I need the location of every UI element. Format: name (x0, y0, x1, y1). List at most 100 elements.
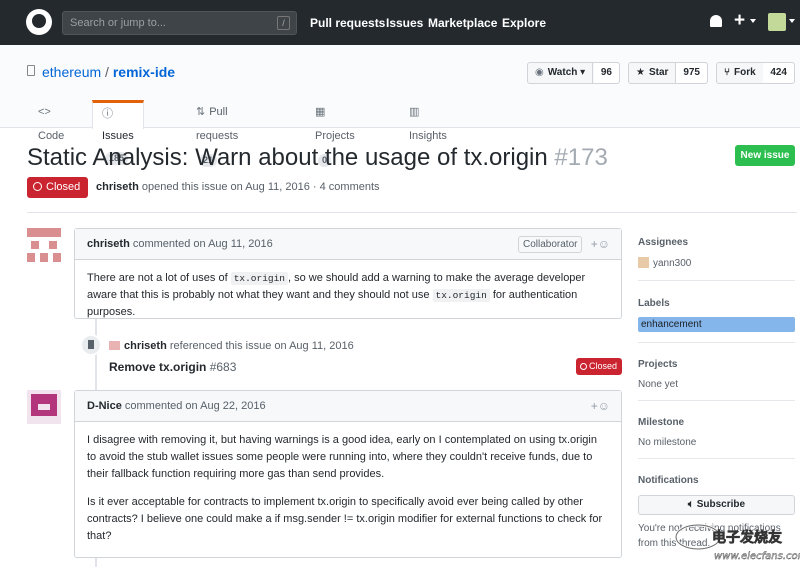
notifications-bell-icon[interactable] (710, 15, 722, 27)
repo-header: ethereum / remix-ide ◉ Watch ▾ 96 ★ Star 9… (0, 45, 800, 167)
watermark-url-text: www.elecfans.com (714, 551, 800, 562)
search-shortcut-key: / (277, 16, 290, 30)
repo-separator: / (105, 64, 109, 80)
milestone-section: Milestone No milestone (638, 417, 795, 448)
referenced-pr-number: #683 (209, 360, 237, 374)
milestone-heading: Milestone (638, 417, 685, 428)
search-placeholder: Search or jump to... (70, 17, 166, 29)
comment-author-link[interactable]: chriseth (87, 238, 130, 250)
inline-code: tx.origin (432, 289, 490, 302)
inline-code: tx.origin (230, 272, 289, 285)
comment-paragraph: Is it ever acceptable for contracts to i… (87, 496, 603, 542)
tab-code[interactable]: <>Code (38, 100, 64, 142)
add-reaction-icon[interactable]: +☺ (591, 229, 610, 260)
header-divider (27, 212, 797, 213)
github-logo-icon[interactable] (26, 9, 52, 35)
projects-heading: Projects (638, 359, 678, 370)
bookmark-icon (80, 334, 102, 356)
tab-projects[interactable]: ▦Projects0 (315, 100, 355, 167)
nav-explore[interactable]: Explore (502, 16, 546, 30)
issue-number: #173 (554, 144, 608, 171)
speaker-icon: 🔈︎ (687, 499, 694, 510)
issue-author-link[interactable]: chriseth (96, 181, 139, 193)
new-issue-button[interactable]: New issue (735, 145, 795, 166)
pr-state-badge: Closed (576, 358, 622, 375)
watermark-cn-text: 电子发烧友 (712, 529, 782, 546)
comment-author-link[interactable]: D-Nice (87, 400, 122, 412)
star-count[interactable]: 975 (676, 63, 707, 83)
tab-issues[interactable]: ⓘIssues185 (92, 100, 144, 165)
fork-count[interactable]: 424 (763, 63, 794, 83)
pr-closed-icon (580, 363, 587, 370)
issue-opened-icon: ⓘ (102, 108, 113, 120)
eye-icon: ◉ (535, 67, 544, 78)
top-navbar: Search or jump to... / Pull requests Iss… (0, 0, 800, 45)
comment-body: I disagree with removing it, but having … (75, 422, 621, 566)
repo-name-link[interactable]: remix-ide (113, 64, 175, 80)
collaborator-badge: Collaborator (518, 236, 583, 253)
labels-section: Labels enhancement (638, 298, 795, 332)
labels-heading: Labels (638, 298, 670, 309)
search-input[interactable]: Search or jump to... / (62, 11, 297, 35)
issue-state-badge: Closed (27, 177, 88, 198)
comment-body: There are not a lot of uses of tx.origin… (87, 272, 586, 318)
comment-paragraph: I disagree with removing it, but having … (87, 434, 597, 480)
watch-label: ◉ Watch ▾ (528, 63, 594, 83)
notifications-heading: Notifications (638, 475, 699, 486)
avatar[interactable] (27, 228, 61, 262)
fork-icon: ⑂ (724, 67, 730, 78)
nav-issues[interactable]: Issues (386, 16, 423, 30)
sidebar-divider (638, 458, 795, 459)
tab-insights[interactable]: ▥Insights (409, 100, 447, 142)
sidebar-divider (638, 400, 795, 401)
watermark-logo-icon: 电子发烧友 www.elecfans.com (674, 523, 800, 562)
chevron-down-icon[interactable] (750, 19, 756, 23)
fork-label: ⑂ Fork (717, 63, 764, 83)
pull-request-icon: ⇅ (196, 106, 206, 118)
label-badge[interactable]: enhancement (638, 317, 795, 332)
code-icon: <> (38, 106, 51, 118)
avatar[interactable] (109, 341, 120, 350)
user-avatar[interactable] (768, 13, 786, 31)
site-watermark: 电子发烧友 www.elecfans.com (650, 515, 800, 567)
assignees-section: Assignees yann300 (638, 237, 795, 269)
watch-count[interactable]: 96 (593, 63, 619, 83)
assignee-link[interactable]: yann300 (638, 257, 795, 269)
milestone-value: No milestone (638, 437, 697, 448)
chevron-down-icon[interactable] (789, 19, 795, 23)
issue-closed-icon (33, 182, 42, 191)
projects-value: None yet (638, 379, 679, 390)
comment-header: chriseth commented on Aug 11, 2016 Colla… (75, 229, 621, 260)
comment-box: chriseth commented on Aug 11, 2016 Colla… (74, 228, 622, 319)
reference-author-link[interactable]: chriseth (124, 340, 167, 352)
project-icon: ▦ (315, 106, 326, 118)
sidebar-divider (638, 342, 795, 343)
create-new-plus-icon[interactable]: + (734, 10, 745, 32)
repo-icon (27, 65, 35, 76)
star-label: ★ Star (629, 63, 677, 83)
avatar (638, 257, 649, 268)
referenced-pr-link[interactable]: Remove tx.origin #683 (109, 360, 236, 374)
comment-header: D-Nice commented on Aug 22, 2016 +☺ (75, 391, 621, 422)
comment-timestamp: commented on Aug 11, 2016 (132, 238, 273, 250)
star-button[interactable]: ★ Star 975 (628, 62, 708, 84)
fork-button[interactable]: ⑂ Fork 424 (716, 62, 795, 84)
projects-section: Projects None yet (638, 359, 795, 390)
subscribe-button[interactable]: 🔈︎ Subscribe (638, 495, 795, 515)
issue-title: Static Analysis: Warn about the usage of… (27, 144, 608, 171)
avatar[interactable] (27, 390, 61, 424)
star-icon: ★ (636, 67, 645, 78)
watch-button[interactable]: ◉ Watch ▾ 96 (527, 62, 620, 84)
assignees-heading: Assignees (638, 237, 689, 248)
repo-owner-link[interactable]: ethereum (42, 64, 101, 80)
nav-pull-requests[interactable]: Pull requests (310, 16, 385, 30)
graph-icon: ▥ (409, 106, 420, 118)
add-reaction-icon[interactable]: +☺ (591, 391, 610, 422)
issue-meta: chriseth opened this issue on Aug 11, 20… (96, 181, 380, 193)
repo-title: ethereum / remix-ide (42, 64, 175, 80)
nav-marketplace[interactable]: Marketplace (428, 16, 497, 30)
comment-timestamp: commented on Aug 22, 2016 (124, 400, 266, 412)
comment-box: D-Nice commented on Aug 22, 2016 +☺ I di… (74, 390, 622, 558)
sidebar-divider (638, 280, 795, 281)
tab-pull-requests[interactable]: ⇅ Pull requests21 (196, 100, 238, 167)
